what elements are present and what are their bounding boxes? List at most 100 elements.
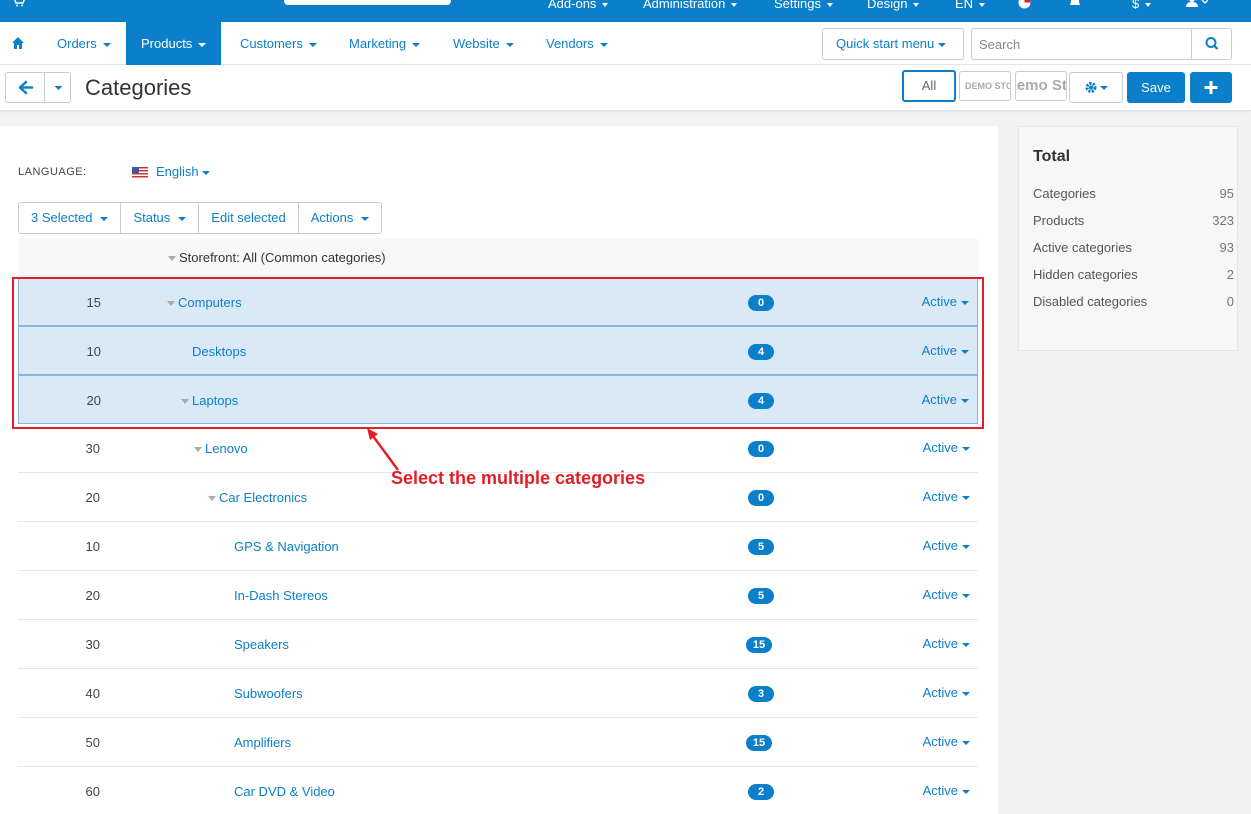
gear-icon bbox=[1085, 82, 1108, 93]
category-link[interactable]: Car Electronics bbox=[208, 490, 307, 505]
storefront-row[interactable]: Storefront: All (Common categories) bbox=[18, 238, 978, 276]
category-link[interactable]: GPS & Navigation bbox=[234, 539, 339, 554]
currency-menu[interactable]: $ bbox=[1132, 0, 1151, 11]
status-dropdown[interactable]: Status bbox=[121, 203, 200, 233]
language-selector[interactable]: English bbox=[156, 164, 210, 179]
status-text: Active bbox=[922, 587, 958, 602]
nav-marketing[interactable]: Marketing bbox=[349, 22, 421, 65]
stat-value: 93 bbox=[1219, 240, 1234, 255]
position-value: 30 bbox=[85, 441, 100, 456]
save-button[interactable]: Save bbox=[1127, 72, 1185, 103]
title-bar: Categories All DEMO STORE Demo Store Sav… bbox=[0, 65, 1251, 111]
table-row[interactable]: 40 Subwoofers 3 Active bbox=[18, 669, 978, 718]
status-dropdown[interactable]: Active bbox=[923, 538, 970, 553]
table-row[interactable]: 20 In-Dash Stereos 5 Active bbox=[18, 571, 978, 620]
language-menu[interactable]: EN bbox=[955, 0, 985, 11]
demo-store-logo-button[interactable]: DEMO STORE bbox=[959, 71, 1011, 101]
table-row[interactable]: 30 Lenovo 0 Active bbox=[18, 424, 978, 473]
stat-value: 95 bbox=[1219, 186, 1234, 201]
quick-start-menu-button[interactable]: Quick start menu bbox=[822, 28, 964, 60]
position-value: 20 bbox=[85, 588, 100, 603]
nav-orders-label: Orders bbox=[57, 36, 97, 51]
status-text: Active bbox=[922, 489, 958, 504]
position-value: 20 bbox=[85, 490, 100, 505]
annotation-text: Select the multiple categories bbox=[391, 468, 646, 488]
actions-dropdown[interactable]: Actions bbox=[299, 203, 382, 233]
status-text: Active bbox=[922, 734, 958, 749]
table-row[interactable]: 50 Amplifiers 15 Active bbox=[18, 718, 978, 767]
product-count-badge[interactable]: 15 bbox=[746, 637, 772, 653]
product-count-badge[interactable]: 3 bbox=[748, 686, 774, 702]
product-count-badge[interactable]: 5 bbox=[748, 539, 774, 555]
search-input[interactable] bbox=[971, 28, 1192, 60]
nav-vendors[interactable]: Vendors bbox=[546, 22, 608, 65]
category-link[interactable]: In-Dash Stereos bbox=[234, 588, 328, 603]
status-text: Active bbox=[922, 636, 958, 651]
product-count-badge[interactable]: 0 bbox=[748, 490, 774, 506]
quick-start-label: Quick start menu bbox=[836, 36, 935, 51]
nav-customers-label: Customers bbox=[240, 36, 303, 51]
category-link[interactable]: Speakers bbox=[234, 637, 289, 652]
nav-vendors-label: Vendors bbox=[546, 36, 594, 51]
position-value: 40 bbox=[85, 686, 100, 701]
back-history-dropdown[interactable] bbox=[44, 72, 71, 103]
design-menu[interactable]: Design bbox=[867, 0, 919, 11]
settings-menu[interactable]: Settings bbox=[774, 0, 833, 11]
demo-store-2-logo-button[interactable]: Demo Store bbox=[1015, 71, 1067, 101]
administration-menu[interactable]: Administration bbox=[643, 0, 737, 11]
storefront-label: Storefront: All (Common categories) bbox=[168, 250, 386, 265]
language-label: LANGUAGE: bbox=[18, 166, 87, 178]
position-value: 30 bbox=[85, 637, 100, 652]
category-link[interactable]: Subwoofers bbox=[234, 686, 303, 701]
stat-categories: Categories 95 bbox=[1033, 186, 1234, 201]
product-count-badge[interactable]: 0 bbox=[748, 441, 774, 457]
status-dropdown[interactable]: Active bbox=[923, 587, 970, 602]
user-icon[interactable] bbox=[1186, 0, 1209, 11]
cart-icon[interactable] bbox=[12, 0, 25, 10]
selected-label: 3 Selected bbox=[31, 210, 93, 225]
demo-store-label: DEMO STORE bbox=[965, 81, 1010, 91]
collapse-triangle-icon bbox=[168, 256, 176, 262]
status-dropdown[interactable]: Active bbox=[923, 783, 970, 798]
product-count-badge[interactable]: 5 bbox=[748, 588, 774, 604]
search-button[interactable] bbox=[1191, 28, 1232, 60]
home-icon[interactable] bbox=[11, 36, 25, 50]
product-count-badge[interactable]: 2 bbox=[748, 784, 774, 800]
bell-icon[interactable] bbox=[1068, 0, 1082, 11]
status-dropdown[interactable]: Active bbox=[923, 685, 970, 700]
category-link[interactable]: Lenovo bbox=[194, 441, 248, 456]
status-dropdown[interactable]: Active bbox=[923, 636, 970, 651]
nav-orders[interactable]: Orders bbox=[57, 22, 111, 65]
edit-selected-button[interactable]: Edit selected bbox=[199, 203, 299, 233]
all-storefronts-button[interactable]: All bbox=[902, 70, 956, 102]
selected-dropdown[interactable]: 3 Selected bbox=[19, 203, 122, 233]
stat-value: 323 bbox=[1212, 213, 1234, 228]
status-dropdown[interactable]: Active bbox=[923, 734, 970, 749]
table-row[interactable]: 10 GPS & Navigation 5 Active bbox=[18, 522, 978, 571]
collapse-triangle-icon bbox=[194, 447, 202, 453]
add-category-button[interactable] bbox=[1190, 72, 1232, 103]
stat-disabled-categories: Disabled categories 0 bbox=[1033, 294, 1234, 309]
settings-dropdown-button[interactable] bbox=[1069, 72, 1123, 103]
status-text: Active bbox=[922, 440, 958, 455]
nav-products[interactable]: Products bbox=[126, 22, 222, 65]
top-search-field[interactable] bbox=[284, 0, 451, 5]
status-text: Active bbox=[922, 685, 958, 700]
category-link[interactable]: Amplifiers bbox=[234, 735, 291, 750]
status-dropdown[interactable]: Active bbox=[923, 440, 970, 455]
stat-hidden-categories: Hidden categories 2 bbox=[1033, 267, 1234, 282]
category-link[interactable]: Car DVD & Video bbox=[234, 784, 335, 799]
help-icon[interactable] bbox=[1018, 0, 1031, 12]
addons-menu[interactable]: Add-ons bbox=[548, 0, 608, 11]
arrow-left-icon bbox=[18, 80, 34, 95]
product-count-badge[interactable]: 15 bbox=[746, 735, 772, 751]
status-dropdown[interactable]: Active bbox=[923, 489, 970, 504]
back-button[interactable] bbox=[5, 72, 45, 103]
table-row[interactable]: 60 Car DVD & Video 2 Active bbox=[18, 767, 978, 814]
table-row[interactable]: 30 Speakers 15 Active bbox=[18, 620, 978, 669]
stat-value: 0 bbox=[1226, 294, 1234, 309]
nav-customers[interactable]: Customers bbox=[240, 22, 317, 65]
plus-icon bbox=[1204, 81, 1218, 94]
nav-website[interactable]: Website bbox=[453, 22, 514, 65]
language-value: English bbox=[156, 164, 199, 179]
